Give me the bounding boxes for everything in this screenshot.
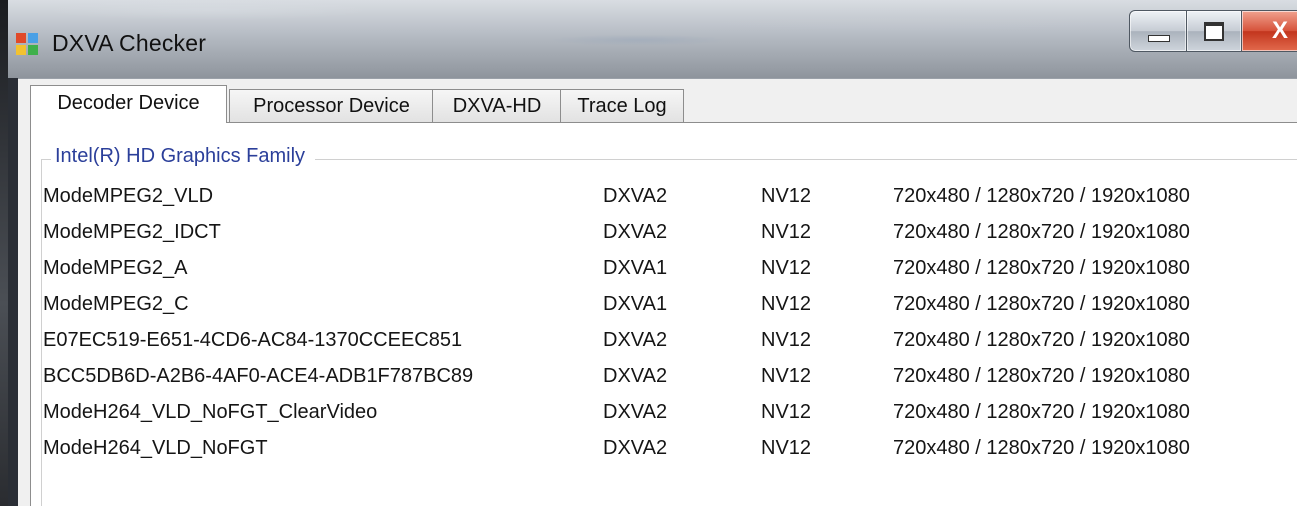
decoder-resolutions: 720x480 / 1280x720 / 1920x1080: [893, 437, 1190, 459]
maximize-button[interactable]: [1186, 10, 1242, 52]
decoder-api: DXVA2: [603, 185, 668, 207]
dxva-checker-window: DXVA Checker X Decoder Device Processor …: [8, 0, 1297, 506]
title-bar[interactable]: DXVA Checker X: [8, 0, 1297, 78]
decoder-format: NV12: [761, 365, 812, 387]
decoder-device-panel: Intel(R) HD Graphics Family ModeMPEG2_VL…: [30, 122, 1297, 506]
decoder-row: E07EC519-E651-4CD6-AC84-1370CCEEC851 DXV…: [43, 329, 1297, 363]
device-group-title: Intel(R) HD Graphics Family: [51, 145, 316, 168]
decoder-api: DXVA2: [603, 365, 668, 387]
decoder-format: NV12: [761, 401, 812, 423]
decoder-resolutions: 720x480 / 1280x720 / 1920x1080: [893, 257, 1190, 279]
decoder-resolutions: 720x480 / 1280x720 / 1920x1080: [893, 401, 1190, 423]
decoder-row: ModeMPEG2_A DXVA1 NV12 720x480 / 1280x72…: [43, 257, 1297, 291]
close-button[interactable]: X: [1241, 10, 1297, 52]
decoder-resolutions: 720x480 / 1280x720 / 1920x1080: [893, 329, 1190, 351]
close-icon: X: [1272, 17, 1289, 44]
minimize-icon: [1148, 35, 1170, 42]
tab-dxva-hd[interactable]: DXVA-HD: [432, 89, 562, 122]
decoder-api: DXVA1: [603, 293, 668, 315]
decoder-row: ModeMPEG2_VLD DXVA2 NV12 720x480 / 1280x…: [43, 185, 1297, 219]
client-area: Decoder Device Processor Device DXVA-HD …: [18, 78, 1297, 506]
decoder-mode: ModeMPEG2_A: [43, 257, 188, 279]
decoder-api: DXVA2: [603, 329, 668, 351]
decoder-format: NV12: [761, 437, 812, 459]
decoder-mode: ModeMPEG2_VLD: [43, 185, 214, 207]
decoder-mode: BCC5DB6D-A2B6-4AF0-ACE4-ADB1F787BC89: [43, 365, 474, 387]
decoder-format: NV12: [761, 329, 812, 351]
decoder-mode: ModeH264_VLD_NoFGT: [43, 437, 268, 459]
decoder-api: DXVA2: [603, 221, 668, 243]
decoder-api: DXVA1: [603, 257, 668, 279]
decoder-resolutions: 720x480 / 1280x720 / 1920x1080: [893, 221, 1190, 243]
tab-trace-log[interactable]: Trace Log: [560, 89, 684, 122]
decoder-resolutions: 720x480 / 1280x720 / 1920x1080: [893, 185, 1190, 207]
decoder-format: NV12: [761, 185, 812, 207]
maximize-icon: [1204, 22, 1224, 41]
decoder-mode: ModeH264_VLD_NoFGT_ClearVideo: [43, 401, 378, 423]
decoder-row: ModeH264_VLD_NoFGT DXVA2 NV12 720x480 / …: [43, 437, 1297, 471]
background-edge: [0, 0, 8, 506]
minimize-button[interactable]: [1129, 10, 1187, 52]
decoder-format: NV12: [761, 293, 812, 315]
decoder-mode: ModeMPEG2_IDCT: [43, 221, 221, 243]
dxva-checker-app-icon: [16, 33, 38, 55]
decoder-mode: E07EC519-E651-4CD6-AC84-1370CCEEC851: [43, 329, 463, 351]
decoder-mode: ModeMPEG2_C: [43, 293, 189, 315]
decoder-row: ModeMPEG2_IDCT DXVA2 NV12 720x480 / 1280…: [43, 221, 1297, 255]
decoder-api: DXVA2: [603, 401, 668, 423]
window-title: DXVA Checker: [52, 30, 207, 56]
decoder-resolutions: 720x480 / 1280x720 / 1920x1080: [893, 365, 1190, 387]
decoder-row: ModeH264_VLD_NoFGT_ClearVideo DXVA2 NV12…: [43, 401, 1297, 435]
decoder-row: BCC5DB6D-A2B6-4AF0-ACE4-ADB1F787BC89 DXV…: [43, 365, 1297, 399]
decoder-api: DXVA2: [603, 437, 668, 459]
decoder-row: ModeMPEG2_C DXVA1 NV12 720x480 / 1280x72…: [43, 293, 1297, 327]
tab-processor-device[interactable]: Processor Device: [229, 89, 434, 122]
decoder-format: NV12: [761, 221, 812, 243]
tab-decoder-device[interactable]: Decoder Device: [30, 85, 227, 123]
decoder-format: NV12: [761, 257, 812, 279]
decoder-resolutions: 720x480 / 1280x720 / 1920x1080: [893, 293, 1190, 315]
